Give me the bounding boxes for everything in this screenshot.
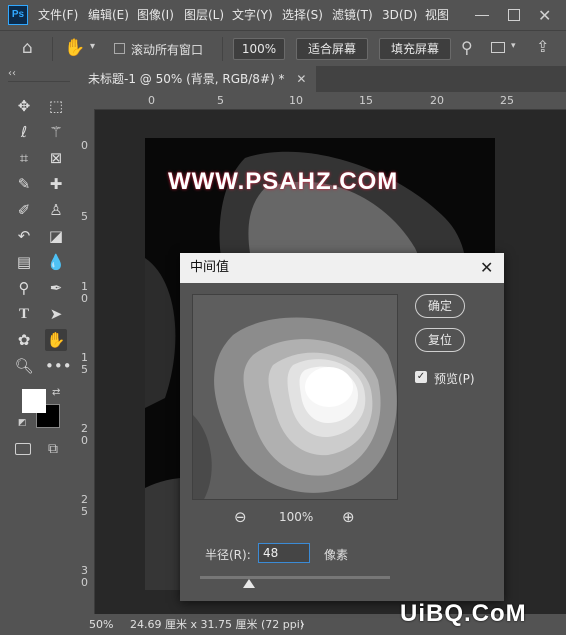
menu-edit[interactable]: 编辑(E)	[88, 0, 129, 30]
foreground-color-fill	[22, 389, 46, 413]
screen-mode-icon[interactable]: ⧉	[48, 441, 58, 457]
radius-input[interactable]	[258, 543, 310, 563]
tools-panel: ‹‹ ✥ ⬚ ℓ ⚚ ⌗ ⊠ ✎ ✚ ✐ ♙ ↶ ◪ ▤ 💧 ⚲ ✒ T ➤ ✿…	[0, 66, 78, 635]
shape-icon[interactable]: ✿	[13, 329, 35, 351]
workspace-chevron-icon[interactable]: ▾	[511, 41, 516, 51]
blur-icon[interactable]: 💧	[45, 251, 67, 273]
ruler-tick-label: 1 5	[81, 351, 88, 376]
chevron-down-icon[interactable]: ▾	[90, 41, 95, 52]
horizontal-ruler: 0 5 10 15 20 25	[94, 92, 566, 110]
zoom-icon[interactable]: 🔍︎	[13, 355, 35, 377]
menu-image[interactable]: 图像(I)	[137, 0, 174, 30]
filter-preview[interactable]	[192, 294, 398, 500]
workspace-icon[interactable]	[491, 42, 505, 53]
hand-tool-icon[interactable]: ✋	[64, 38, 85, 58]
maximize-icon[interactable]	[508, 9, 520, 21]
ruler-tick-label: 2 5	[81, 493, 88, 518]
radius-label: 半径(R):	[205, 548, 251, 562]
ruler-tick-label: 1 0	[81, 280, 88, 305]
move-icon[interactable]: ✥	[13, 95, 35, 117]
swap-colors-icon[interactable]: ⇄	[52, 387, 60, 398]
status-chevron-icon[interactable]: ›	[300, 614, 305, 635]
ruler-tick-label: 10	[289, 94, 303, 107]
crop-icon[interactable]: ⌗	[13, 147, 35, 169]
menu-type[interactable]: 文字(Y)	[232, 0, 273, 30]
artboard-watermark-text: WWW.PSAHZ.COM	[168, 168, 399, 195]
menu-select[interactable]: 选择(S)	[282, 0, 323, 30]
close-tab-icon[interactable]: ✕	[296, 72, 306, 86]
document-tab[interactable]: 未标题-1 @ 50% (背景, RGB/8#) * ✕	[78, 66, 317, 92]
default-colors-icon[interactable]: ◩	[18, 418, 27, 428]
brush-icon[interactable]: ✐	[13, 199, 35, 221]
fill-screen-button[interactable]: 填充屏幕	[379, 38, 451, 60]
menu-3d[interactable]: 3D(D)	[382, 0, 417, 30]
vertical-ruler: 0 5 1 0 1 5 2 0 2 5 3 0	[78, 109, 95, 614]
radius-slider-handle[interactable]	[243, 579, 255, 588]
type-icon[interactable]: T	[13, 303, 35, 325]
reset-button[interactable]: 复位	[415, 328, 465, 352]
scroll-all-windows-checkbox[interactable]	[114, 43, 125, 54]
gradient-icon[interactable]: ▤	[13, 251, 35, 273]
zoom-in-icon[interactable]: ⊕	[342, 508, 355, 526]
quick-mask-icon[interactable]	[15, 443, 31, 455]
options-bar: ⌂ ✋ ▾ 滚动所有窗口 100% 适合屏幕 填充屏幕 ⚲ ▾ ⇪	[0, 30, 566, 67]
lasso-icon[interactable]: ℓ	[13, 121, 35, 143]
frame-icon[interactable]: ⊠	[45, 147, 67, 169]
menu-bar: Ps 文件(F) 编辑(E) 图像(I) 图层(L) 文字(Y) 选择(S) 滤…	[0, 0, 566, 30]
minimize-icon[interactable]	[475, 15, 489, 16]
fit-screen-button[interactable]: 适合屏幕	[296, 38, 368, 60]
dialog-titlebar: 中间值 ✕	[180, 253, 504, 283]
ruler-tick-label: 3 0	[81, 564, 88, 589]
preview-label: 预览(P)	[434, 372, 475, 386]
healing-icon[interactable]: ✚	[45, 173, 67, 195]
dialog-title: 中间值	[190, 260, 230, 275]
preview-image	[193, 295, 397, 499]
document-tab-bar: 未标题-1 @ 50% (背景, RGB/8#) * ✕	[78, 66, 566, 92]
ruler-tick-label: 0	[148, 94, 155, 107]
radius-slider-track[interactable]	[200, 576, 390, 579]
eraser-icon[interactable]: ◪	[45, 225, 67, 247]
close-window-icon[interactable]: ✕	[538, 6, 551, 25]
marquee-icon[interactable]: ⬚	[45, 95, 67, 117]
preview-zoom-level: 100%	[279, 510, 314, 524]
dodge-icon[interactable]: ⚲	[13, 277, 35, 299]
radius-unit: 像素	[324, 548, 349, 562]
preview-checkbox[interactable]: ✓	[415, 371, 427, 383]
menu-view[interactable]: 视图	[425, 0, 449, 30]
ruler-corner	[78, 92, 94, 109]
site-watermark: UiBQ.CoM	[400, 600, 527, 627]
search-icon[interactable]: ⚲	[461, 38, 473, 57]
pen-icon[interactable]: ✒	[45, 277, 67, 299]
history-brush-icon[interactable]: ↶	[13, 225, 35, 247]
ruler-tick-label: 15	[359, 94, 373, 107]
eyedropper-icon[interactable]: ✎	[13, 173, 35, 195]
menu-layer[interactable]: 图层(L)	[184, 0, 224, 30]
ruler-tick-label: 5	[81, 210, 88, 223]
more-icon[interactable]: •••	[45, 355, 72, 377]
ruler-tick-label: 25	[500, 94, 514, 107]
status-doc-size: 24.69 厘米 x 31.75 厘米 (72 ppi)	[130, 618, 305, 631]
dialog-close-icon[interactable]: ✕	[480, 253, 493, 283]
status-zoom[interactable]: 50%	[89, 614, 113, 635]
ruler-tick-label: 5	[217, 94, 224, 107]
document-tab-title: 未标题-1 @ 50% (背景, RGB/8#) *	[88, 72, 285, 86]
median-dialog: 中间值 ✕ 确定 复位 ✓ 预览(P) ⊖ 100% ⊕ 半径(R): 像素	[180, 253, 504, 601]
ok-button[interactable]: 确定	[415, 294, 465, 318]
ruler-tick-label: 0	[81, 139, 88, 152]
stamp-icon[interactable]: ♙	[45, 199, 67, 221]
photoshop-logo: Ps	[8, 5, 28, 25]
share-icon[interactable]: ⇪	[536, 37, 549, 56]
ruler-tick-label: 20	[430, 94, 444, 107]
magic-wand-icon[interactable]: ⚚	[45, 121, 67, 143]
menu-filter[interactable]: 滤镜(T)	[332, 0, 373, 30]
ruler-tick-label: 2 0	[81, 422, 88, 447]
hand-icon[interactable]: ✋	[45, 329, 67, 351]
scroll-all-windows-label: 滚动所有窗口	[131, 43, 204, 57]
collapse-panel-icon[interactable]: ‹‹	[8, 68, 16, 79]
path-select-icon[interactable]: ➤	[45, 303, 67, 325]
home-icon[interactable]: ⌂	[22, 38, 33, 58]
zoom-out-icon[interactable]: ⊖	[234, 508, 247, 526]
menu-file[interactable]: 文件(F)	[38, 0, 78, 30]
zoom-100-button[interactable]: 100%	[233, 38, 285, 60]
